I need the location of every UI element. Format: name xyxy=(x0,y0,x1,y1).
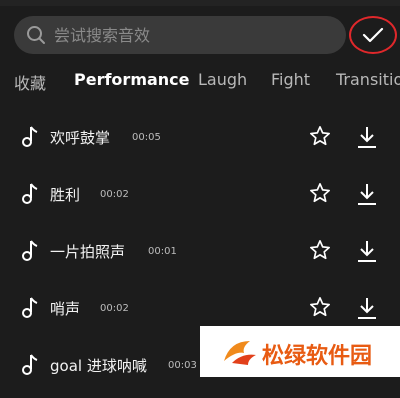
sound-duration: 00:02 xyxy=(100,303,129,314)
favorite-star-icon[interactable] xyxy=(309,182,331,204)
sound-name: 胜利 xyxy=(50,186,81,204)
sound-name: 欢呼鼓掌 xyxy=(50,129,111,147)
download-icon[interactable] xyxy=(356,239,378,263)
top-divider xyxy=(0,0,400,6)
music-note-icon xyxy=(22,183,38,204)
favorite-star-icon[interactable] xyxy=(309,125,331,147)
music-note-icon xyxy=(22,126,38,147)
sound-duration: 00:01 xyxy=(148,246,177,257)
sound-duration: 00:05 xyxy=(132,132,161,143)
sound-duration: 00:02 xyxy=(100,189,129,200)
search-input[interactable] xyxy=(54,25,304,45)
music-note-icon xyxy=(22,240,38,261)
sound-duration: 00:03 xyxy=(168,360,197,371)
tab-favorites[interactable]: 收藏 xyxy=(14,70,46,94)
tab-performance[interactable]: Performance xyxy=(74,70,190,89)
search-icon xyxy=(27,26,45,44)
music-note-icon xyxy=(22,354,38,375)
favorite-star-icon[interactable] xyxy=(309,239,331,261)
download-icon[interactable] xyxy=(356,125,378,149)
sound-name: 一片拍照声 xyxy=(50,243,126,261)
sound-name: goal 进球呐喊 xyxy=(50,357,147,375)
search-box[interactable] xyxy=(14,16,346,54)
search-row xyxy=(0,16,400,56)
tab-transition[interactable]: Transition xyxy=(336,70,400,89)
category-tabs: 收藏 Performance Laugh Fight Transition xyxy=(0,64,400,100)
watermark-logo-icon xyxy=(224,341,256,365)
download-icon[interactable] xyxy=(356,296,378,320)
sound-name: 哨声 xyxy=(50,300,81,318)
list-item[interactable]: 一片拍照声 00:01 xyxy=(0,227,400,284)
tab-laugh[interactable]: Laugh xyxy=(198,70,247,89)
download-icon[interactable] xyxy=(356,182,378,206)
list-item[interactable]: 胜利 00:02 xyxy=(0,170,400,227)
list-item[interactable]: 欢呼鼓掌 00:05 xyxy=(0,113,400,170)
music-note-icon xyxy=(22,297,38,318)
tab-fight[interactable]: Fight xyxy=(271,70,310,89)
confirm-button[interactable] xyxy=(349,16,397,54)
watermark-banner: 松绿软件园 xyxy=(200,326,400,377)
watermark-text: 松绿软件园 xyxy=(262,344,373,369)
checkmark-icon xyxy=(362,27,384,43)
favorite-star-icon[interactable] xyxy=(309,296,331,318)
